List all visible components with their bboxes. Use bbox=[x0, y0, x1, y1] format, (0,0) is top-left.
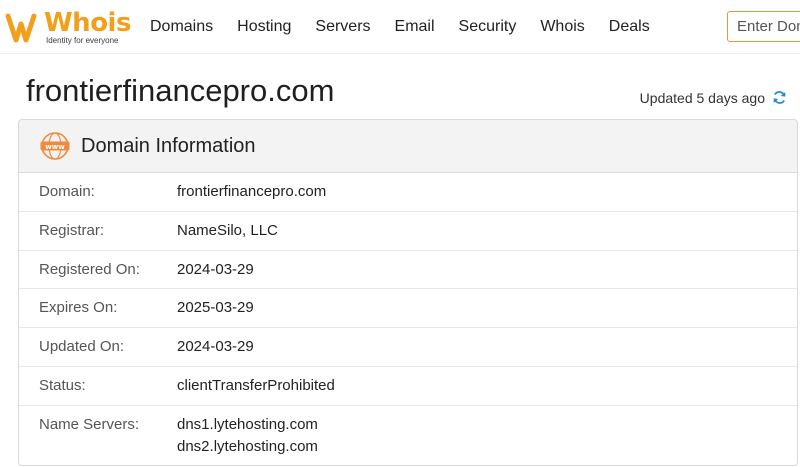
updated-text: Updated 5 days ago bbox=[639, 89, 765, 106]
info-row-registered-on: Registered On: 2024-03-29 bbox=[19, 251, 797, 290]
row-label: Registered On: bbox=[39, 260, 140, 278]
nav-item-security[interactable]: Security bbox=[459, 18, 517, 36]
name-server-list: dns1.lytehosting.com dns2.lytehosting.co… bbox=[177, 414, 318, 458]
name-server-item: dns2.lytehosting.com bbox=[177, 437, 318, 455]
logo-mark-icon bbox=[5, 13, 37, 43]
page-title: frontierfinancepro.com bbox=[26, 73, 335, 108]
main-nav: Domains Hosting Servers Email Security W… bbox=[150, 0, 674, 54]
domain-search-input[interactable] bbox=[727, 11, 800, 42]
info-row-expires-on: Expires On: 2025-03-29 bbox=[19, 289, 797, 329]
nav-item-servers[interactable]: Servers bbox=[315, 18, 370, 36]
info-row-domain: Domain: frontierfinancepro.com bbox=[19, 173, 797, 212]
refresh-icon[interactable] bbox=[771, 89, 788, 106]
nav-item-domains[interactable]: Domains bbox=[150, 18, 213, 36]
logo-wordmark: Whois bbox=[44, 8, 131, 38]
www-globe-icon: www bbox=[40, 132, 70, 160]
row-value: 2024-03-29 bbox=[177, 338, 254, 356]
nav-item-deals[interactable]: Deals bbox=[609, 18, 650, 36]
row-value: frontierfinancepro.com bbox=[177, 183, 327, 200]
row-label: Updated On: bbox=[39, 338, 125, 356]
row-label: Domain: bbox=[39, 183, 95, 200]
card-title: Domain Information bbox=[81, 134, 256, 157]
info-row-status: Status: clientTransferProhibited bbox=[19, 367, 797, 406]
row-value: NameSilo, LLC bbox=[177, 221, 278, 239]
svg-text:www: www bbox=[45, 143, 65, 151]
info-row-updated-on: Updated On: 2024-03-29 bbox=[19, 328, 797, 367]
logo-tagline: Identity for everyone bbox=[46, 36, 119, 45]
row-value: 2024-03-29 bbox=[177, 260, 254, 278]
updated-status: Updated 5 days ago bbox=[640, 89, 788, 106]
card-header: www Domain Information bbox=[19, 120, 797, 173]
domain-information-card: www Domain Information Domain: frontierf… bbox=[18, 119, 798, 466]
whois-logo[interactable]: Whois Identity for everyone bbox=[4, 8, 131, 48]
name-server-item: dns1.lytehosting.com bbox=[177, 415, 318, 433]
row-label: Status: bbox=[39, 376, 86, 394]
row-label: Registrar: bbox=[39, 221, 105, 239]
row-label: Expires On: bbox=[39, 299, 118, 317]
row-value: 2025-03-29 bbox=[177, 299, 254, 317]
row-label: Name Servers: bbox=[39, 415, 140, 433]
nav-item-whois[interactable]: Whois bbox=[540, 18, 584, 36]
nav-item-email[interactable]: Email bbox=[395, 18, 435, 36]
info-row-registrar: Registrar: NameSilo, LLC bbox=[19, 212, 797, 251]
info-row-name-servers: Name Servers: dns1.lytehosting.com dns2.… bbox=[19, 406, 797, 465]
row-value: clientTransferProhibited bbox=[177, 376, 335, 394]
top-navigation-bar: Whois Identity for everyone Domains Host… bbox=[0, 0, 800, 54]
nav-item-hosting[interactable]: Hosting bbox=[237, 18, 291, 36]
